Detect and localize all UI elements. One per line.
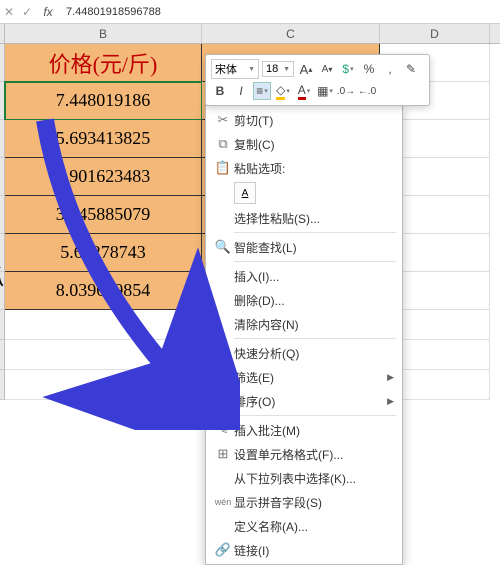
menu-quick-analysis[interactable]: ▦快速分析(Q) — [206, 341, 402, 365]
format-cells-icon: ⊞ — [212, 446, 234, 462]
menu-format-cells[interactable]: ⊞设置单元格格式(F)... — [206, 442, 402, 466]
mini-toolbar: 宋体▼ 18▼ A▴ A▾ $▾ % , ✎ B I ≡▾ ◇▾ A▾ ▦▾ .… — [205, 54, 430, 106]
font-color-button[interactable]: A▾ — [295, 82, 313, 100]
link-icon: 🔗 — [212, 542, 234, 558]
chevron-right-icon: ▶ — [387, 396, 394, 407]
cell[interactable] — [5, 340, 202, 370]
decrease-font-icon[interactable]: A▾ — [318, 60, 336, 78]
cancel-icon[interactable]: ✕ — [0, 5, 18, 19]
cell-b6[interactable]: 5.69278743 — [5, 234, 202, 272]
comment-icon: ✎ — [212, 422, 234, 438]
column-header-d[interactable]: D — [380, 24, 490, 43]
decrease-decimal-icon[interactable]: ←.0 — [358, 82, 376, 100]
chevron-right-icon: ▶ — [387, 372, 394, 383]
paste-options-row: A — [206, 180, 402, 206]
menu-separator — [234, 261, 396, 262]
font-select[interactable]: 宋体▼ — [211, 59, 259, 79]
menu-filter[interactable]: 筛选(E)▶ — [206, 365, 402, 389]
cell-b3[interactable]: 5.693413825 — [5, 120, 202, 158]
italic-button[interactable]: I — [232, 82, 250, 100]
align-button[interactable]: ≡▾ — [253, 82, 271, 100]
fx-label[interactable]: fx — [36, 5, 60, 19]
scissors-icon: ✂ — [212, 112, 234, 128]
search-icon: 🔍 — [212, 239, 234, 255]
column-header-c[interactable]: C — [202, 24, 380, 43]
border-button[interactable]: ▦▾ — [316, 82, 334, 100]
menu-insert[interactable]: 插入(I)... — [206, 264, 402, 288]
menu-paste-special[interactable]: 选择性粘贴(S)... — [206, 206, 402, 230]
menu-copy[interactable]: ⧉复制(C) — [206, 132, 402, 156]
menu-delete[interactable]: 删除(D)... — [206, 288, 402, 312]
formula-bar: ✕ ✓ fx 7.44801918596788 — [0, 0, 500, 24]
menu-separator — [234, 415, 396, 416]
menu-insert-comment[interactable]: ✎插入批注(M) — [206, 418, 402, 442]
formula-value[interactable]: 7.44801918596788 — [60, 6, 500, 18]
menu-sort[interactable]: 排序(O)▶ — [206, 389, 402, 413]
cell-b4[interactable]: 8.901623483 — [5, 158, 202, 196]
menu-clear[interactable]: 清除内容(N) — [206, 312, 402, 336]
context-menu: ✂剪切(T) ⧉复制(C) 📋粘贴选项: A 选择性粘贴(S)... 🔍智能查找… — [205, 105, 403, 565]
confirm-icon[interactable]: ✓ — [18, 5, 36, 19]
pinyin-icon: wén — [212, 497, 234, 507]
partial-cell-text: 瓜 — [0, 260, 4, 292]
column-headers: B C D — [0, 24, 500, 44]
cell-b7[interactable]: 8.039629854 — [5, 272, 202, 310]
menu-separator — [234, 232, 396, 233]
percent-format-icon[interactable]: % — [360, 60, 378, 78]
font-size-select[interactable]: 18▼ — [262, 61, 294, 77]
increase-font-icon[interactable]: A▴ — [297, 60, 315, 78]
increase-decimal-icon[interactable]: .0→ — [337, 82, 355, 100]
column-header-b[interactable]: B — [5, 24, 202, 43]
menu-smart-lookup[interactable]: 🔍智能查找(L) — [206, 235, 402, 259]
menu-separator — [234, 338, 396, 339]
accounting-format-icon[interactable]: $▾ — [339, 60, 357, 78]
menu-define-name[interactable]: 定义名称(A)... — [206, 514, 402, 538]
analysis-icon: ▦ — [212, 345, 234, 361]
cell[interactable] — [5, 370, 202, 400]
bold-button[interactable]: B — [211, 82, 229, 100]
menu-show-pinyin[interactable]: wén显示拼音字段(S) — [206, 490, 402, 514]
paste-option-button[interactable]: A — [234, 182, 256, 204]
cell-b5[interactable]: 3.145885079 — [5, 196, 202, 234]
cell-header-b[interactable]: 价格(元/斤) — [5, 44, 202, 82]
format-painter-icon[interactable]: ✎ — [402, 60, 420, 78]
menu-pick-from-list[interactable]: 从下拉列表中选择(K)... — [206, 466, 402, 490]
clipboard-icon: 📋 — [212, 160, 234, 176]
menu-hyperlink[interactable]: 🔗链接(I) — [206, 538, 402, 562]
cell[interactable] — [5, 310, 202, 340]
comma-format-icon[interactable]: , — [381, 60, 399, 78]
cell-b2[interactable]: 7.448019186 — [5, 82, 202, 120]
fill-color-button[interactable]: ◇▾ — [274, 82, 292, 100]
menu-paste-options-label: 📋粘贴选项: — [206, 156, 402, 180]
menu-cut[interactable]: ✂剪切(T) — [206, 108, 402, 132]
copy-icon: ⧉ — [212, 136, 234, 152]
